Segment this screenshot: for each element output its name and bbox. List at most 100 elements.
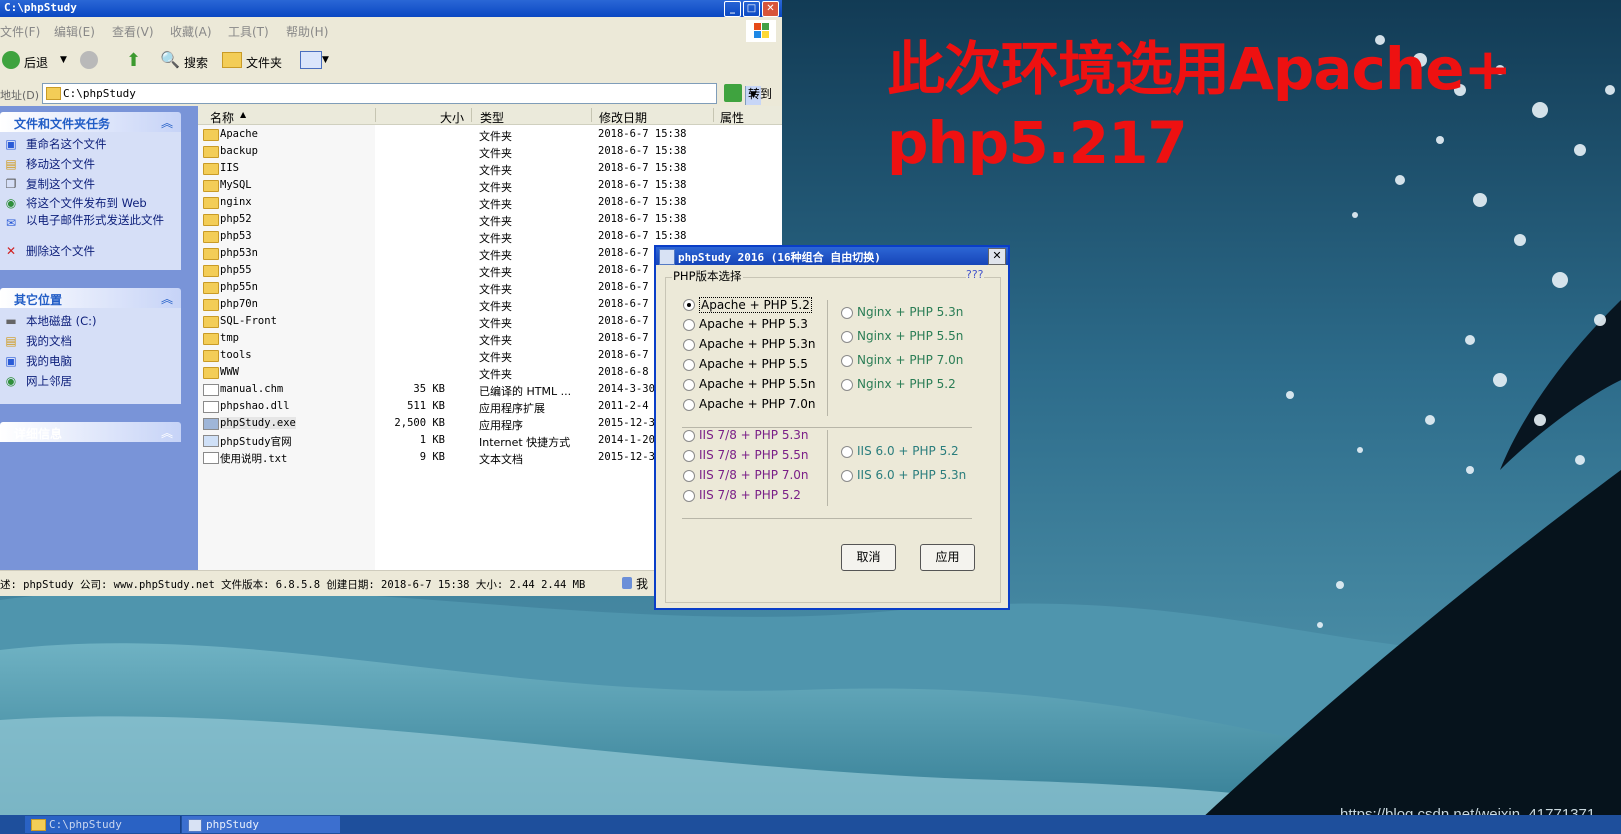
column-divider[interactable] (713, 108, 714, 122)
radio-apache-php55n[interactable]: Apache + PHP 5.5n (683, 377, 843, 393)
address-input[interactable]: C:\phpStudy ▼ (42, 83, 761, 105)
my-documents-icon: ▤ (5, 334, 17, 348)
headline-line-2: php5.217 (887, 109, 1188, 177)
task-email[interactable]: 以电子邮件形式发送此文件 (26, 214, 166, 226)
back-button[interactable]: 后退 (24, 54, 48, 71)
place-local-disk[interactable]: 本地磁盘 (C:) (26, 313, 97, 329)
collapse-icon[interactable]: ︽ (161, 114, 173, 131)
radio-nginx-php52[interactable]: Nginx + PHP 5.2 (841, 377, 1001, 393)
go-button[interactable]: 转到 (748, 85, 772, 102)
email-icon: ✉ (5, 216, 17, 230)
radio-iis78-php55n[interactable]: IIS 7/8 + PHP 5.5n (683, 448, 843, 464)
maximize-button[interactable]: □ (743, 1, 760, 17)
radio-nginx-php53n[interactable]: Nginx + PHP 5.3n (841, 305, 1001, 321)
column-divider[interactable] (591, 108, 592, 122)
go-arrow-icon[interactable] (724, 84, 742, 102)
col-type[interactable]: 类型 (480, 109, 504, 126)
file-date: 2018-6-7 15:38 (598, 213, 687, 225)
radio-apache-php53n[interactable]: Apache + PHP 5.3n (683, 337, 843, 353)
task-copy[interactable]: 复制这个文件 (26, 176, 95, 192)
radio-iis78-php52[interactable]: IIS 7/8 + PHP 5.2 (683, 488, 843, 504)
radio-dot (841, 355, 853, 367)
radio-dot (841, 379, 853, 391)
task-move[interactable]: 移动这个文件 (26, 156, 95, 172)
col-size[interactable]: 大小 (440, 109, 464, 126)
radio-iis6-php53n[interactable]: IIS 6.0 + PHP 5.3n (841, 468, 1001, 484)
menu-edit[interactable]: 编辑(E) (54, 23, 95, 40)
folder-icon (46, 87, 61, 100)
radio-nginx-php55n[interactable]: Nginx + PHP 5.5n (841, 329, 1001, 345)
file-date: 2018-6-7 (598, 247, 649, 259)
taskbar-item-explorer[interactable]: C:\phpStudy (25, 816, 181, 833)
collapse-icon[interactable]: ︽ (161, 290, 173, 307)
forward-arrow-icon[interactable] (80, 51, 98, 69)
file-type: 文件夹 (479, 368, 512, 381)
file-date: 2014-1-20 (598, 434, 655, 446)
views-dropdown-icon[interactable]: ▼ (322, 55, 329, 65)
radio-apache-php52[interactable]: Apache + PHP 5.2 (683, 297, 843, 313)
minimize-button[interactable]: _ (724, 1, 741, 17)
col-attributes[interactable]: 属性 (720, 109, 744, 126)
radio-dot (683, 450, 695, 462)
cancel-button[interactable]: 取消 (841, 544, 896, 571)
place-network[interactable]: 网上邻居 (26, 373, 72, 389)
status-text: 述: phpStudy 公司: www.phpStudy.net 文件版本: 6… (0, 579, 586, 591)
expand-icon[interactable]: ︽ (161, 424, 173, 441)
taskbar-item-phpstudy[interactable]: phpStudy (182, 816, 340, 833)
file-row-php53[interactable]: php53 文件夹 2018-6-7 15:38 (198, 228, 782, 245)
file-row-apache[interactable]: Apache 文件夹 2018-6-7 15:38 (198, 126, 782, 143)
radio-apache-php53[interactable]: Apache + PHP 5.3 (683, 317, 843, 333)
internet-shortcut-icon (203, 435, 219, 447)
other-places-header[interactable]: 其它位置 ︽ (0, 288, 181, 308)
file-row-mysql[interactable]: MySQL 文件夹 2018-6-7 15:38 (198, 177, 782, 194)
radio-iis78-php53n[interactable]: IIS 7/8 + PHP 5.3n (683, 428, 843, 444)
radio-nginx-php70n[interactable]: Nginx + PHP 7.0n (841, 353, 1001, 369)
views-icon[interactable] (300, 51, 322, 69)
col-modified[interactable]: 修改日期 (599, 109, 647, 126)
column-divider[interactable] (471, 108, 472, 122)
place-my-computer[interactable]: 我的电脑 (26, 353, 72, 369)
file-type: 文本文档 (479, 453, 523, 466)
file-row-php52[interactable]: php52 文件夹 2018-6-7 15:38 (198, 211, 782, 228)
copy-icon: ❐ (5, 177, 17, 191)
file-date: 2018-6-7 (598, 315, 649, 327)
task-delete[interactable]: 删除这个文件 (26, 243, 95, 259)
back-dropdown-icon[interactable]: ▼ (60, 55, 67, 65)
menu-view[interactable]: 查看(V) (112, 23, 154, 40)
radio-apache-php70n[interactable]: Apache + PHP 7.0n (683, 397, 843, 413)
radio-iis78-php70n[interactable]: IIS 7/8 + PHP 7.0n (683, 468, 843, 484)
folders-icon[interactable] (222, 52, 242, 68)
search-icon[interactable]: 🔍 (160, 50, 180, 69)
menu-favorites[interactable]: 收藏(A) (170, 23, 212, 40)
dialog-title-bar[interactable]: phpStudy 2016 (16种组合 自由切换) ✕ (656, 247, 1008, 265)
apply-button[interactable]: 应用 (920, 544, 975, 571)
close-button[interactable]: ✕ (762, 1, 779, 17)
menu-tools[interactable]: 工具(T) (228, 23, 269, 40)
column-divider[interactable] (375, 108, 376, 122)
file-row-iis[interactable]: IIS 文件夹 2018-6-7 15:38 (198, 160, 782, 177)
help-link[interactable]: ??? (966, 268, 984, 281)
radio-dot (683, 299, 695, 311)
search-button[interactable]: 搜索 (184, 54, 208, 71)
radio-apache-php55[interactable]: Apache + PHP 5.5 (683, 357, 843, 373)
task-publish-web[interactable]: 将这个文件发布到 Web (26, 195, 147, 211)
menu-file[interactable]: 文件(F) (0, 23, 40, 40)
col-name[interactable]: 名称 (210, 109, 234, 126)
dialog-close-button[interactable]: ✕ (988, 248, 1006, 265)
menu-help[interactable]: 帮助(H) (286, 23, 328, 40)
file-row-nginx[interactable]: nginx 文件夹 2018-6-7 15:38 (198, 194, 782, 211)
sort-ascending-icon: ▲ (240, 110, 247, 119)
up-folder-icon[interactable]: ⬆ (126, 50, 141, 71)
file-row-backup[interactable]: backup 文件夹 2018-6-7 15:38 (198, 143, 782, 160)
place-my-documents[interactable]: 我的文档 (26, 333, 72, 349)
back-arrow-icon[interactable] (2, 51, 20, 69)
folders-button[interactable]: 文件夹 (246, 54, 282, 71)
radio-dot (683, 379, 695, 391)
details-header[interactable]: 详细信息 ︽ (0, 422, 181, 442)
radio-iis6-php52[interactable]: IIS 6.0 + PHP 5.2 (841, 444, 1001, 460)
task-rename[interactable]: 重命名这个文件 (26, 136, 107, 152)
folder-icon (203, 333, 219, 345)
file-tasks-header[interactable]: 文件和文件夹任务 ︽ (0, 112, 181, 132)
file-date: 2018-6-7 15:38 (598, 230, 687, 242)
explorer-title-bar[interactable]: C:\phpStudy _ □ ✕ (0, 0, 782, 17)
